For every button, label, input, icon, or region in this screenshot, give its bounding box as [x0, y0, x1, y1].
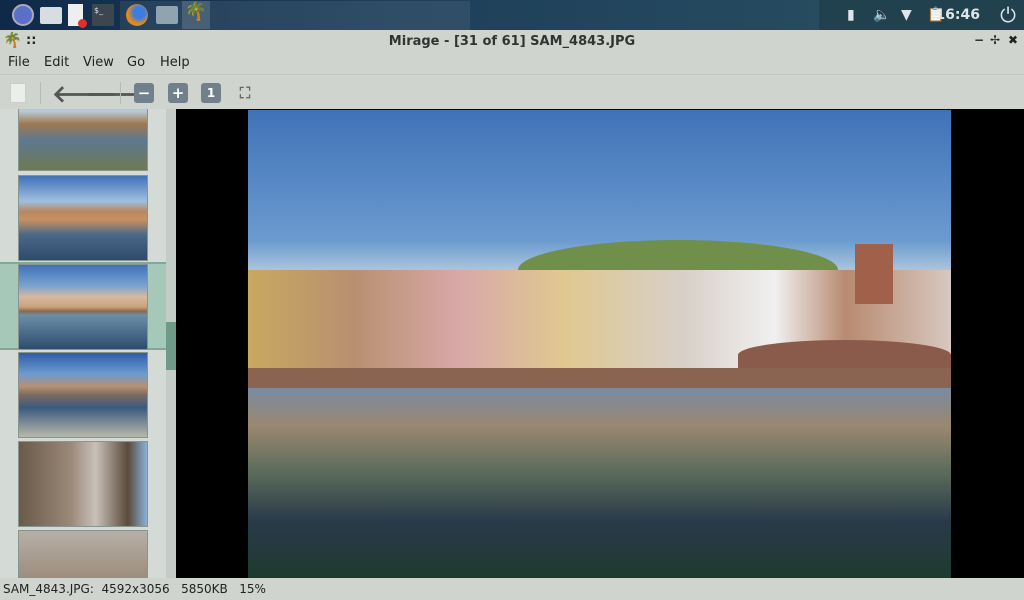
thumbnail-pane — [0, 109, 166, 578]
thumbnail-item[interactable] — [0, 440, 166, 528]
system-tray: ▮ 🔈 ▼ 📋 16:46 ⏻ — [819, 0, 1024, 30]
firefox-icon[interactable] — [126, 4, 148, 26]
embankment — [248, 368, 951, 388]
status-bar: SAM_4843.JPG: 4592x3056 5850KB 15% — [3, 582, 266, 596]
scrollbar-handle[interactable] — [166, 322, 176, 370]
volume-icon[interactable]: 🔈 — [873, 7, 890, 23]
window-title: Mirage - [31 of 61] SAM_4843.JPG — [388, 34, 636, 49]
maximize-button[interactable]: ✢ — [990, 33, 1000, 47]
taskbar: $_ 🌴 ▮ 🔈 ▼ 📋 16:46 ⏻ — [0, 0, 1024, 30]
photo-bosa-riverside — [248, 110, 951, 578]
thumbnail-item[interactable] — [0, 351, 166, 439]
files-icon[interactable] — [40, 7, 62, 24]
clock[interactable]: 16:46 — [935, 7, 980, 23]
mirage-icon[interactable]: 🌴 — [182, 1, 210, 29]
wifi-icon[interactable]: ▼ — [901, 7, 912, 23]
minimize-button[interactable]: − — [974, 33, 984, 47]
browser-icon[interactable] — [12, 4, 34, 26]
menu-go[interactable]: Go — [127, 55, 145, 70]
actual-size-button[interactable]: 1 — [201, 83, 221, 103]
terminal-icon[interactable]: $_ — [92, 4, 114, 26]
bell-tower — [855, 244, 893, 304]
thumbnail-scrollbar[interactable] — [166, 109, 176, 578]
thumbnail-item[interactable] — [0, 529, 166, 578]
text-editor-icon[interactable] — [68, 4, 87, 28]
menu-edit[interactable]: Edit — [44, 55, 69, 70]
separator — [40, 82, 41, 104]
thumbnail-item-selected[interactable] — [0, 262, 166, 350]
thumbnail-item[interactable] — [0, 174, 166, 262]
river-reflection — [248, 388, 951, 578]
zoom-out-button[interactable]: − — [134, 83, 154, 103]
bridge — [738, 340, 951, 370]
menu-help[interactable]: Help — [160, 55, 190, 70]
separator — [120, 82, 121, 104]
fit-screen-button[interactable]: ⛶ — [235, 83, 255, 103]
toolbar: 🡐 🡒 − + 1 ⛶ — [0, 74, 1024, 109]
folder-icon[interactable] — [156, 6, 178, 24]
thumbnail-item[interactable] — [0, 109, 166, 172]
close-button[interactable]: ✖ — [1008, 33, 1018, 47]
image-viewer — [176, 109, 1024, 578]
menu-bar: File Edit View Go Help — [0, 53, 1024, 74]
battery-icon[interactable]: ▮ — [847, 7, 855, 23]
power-icon[interactable]: ⏻ — [1000, 3, 1016, 27]
zoom-in-button[interactable]: + — [168, 83, 188, 103]
open-file-icon[interactable] — [10, 83, 26, 103]
task-list: 🌴 — [120, 1, 470, 30]
menu-view[interactable]: View — [83, 55, 114, 70]
menu-file[interactable]: File — [8, 55, 30, 70]
title-bar: 🌴 :: Mirage - [31 of 61] SAM_4843.JPG − … — [0, 30, 1024, 53]
